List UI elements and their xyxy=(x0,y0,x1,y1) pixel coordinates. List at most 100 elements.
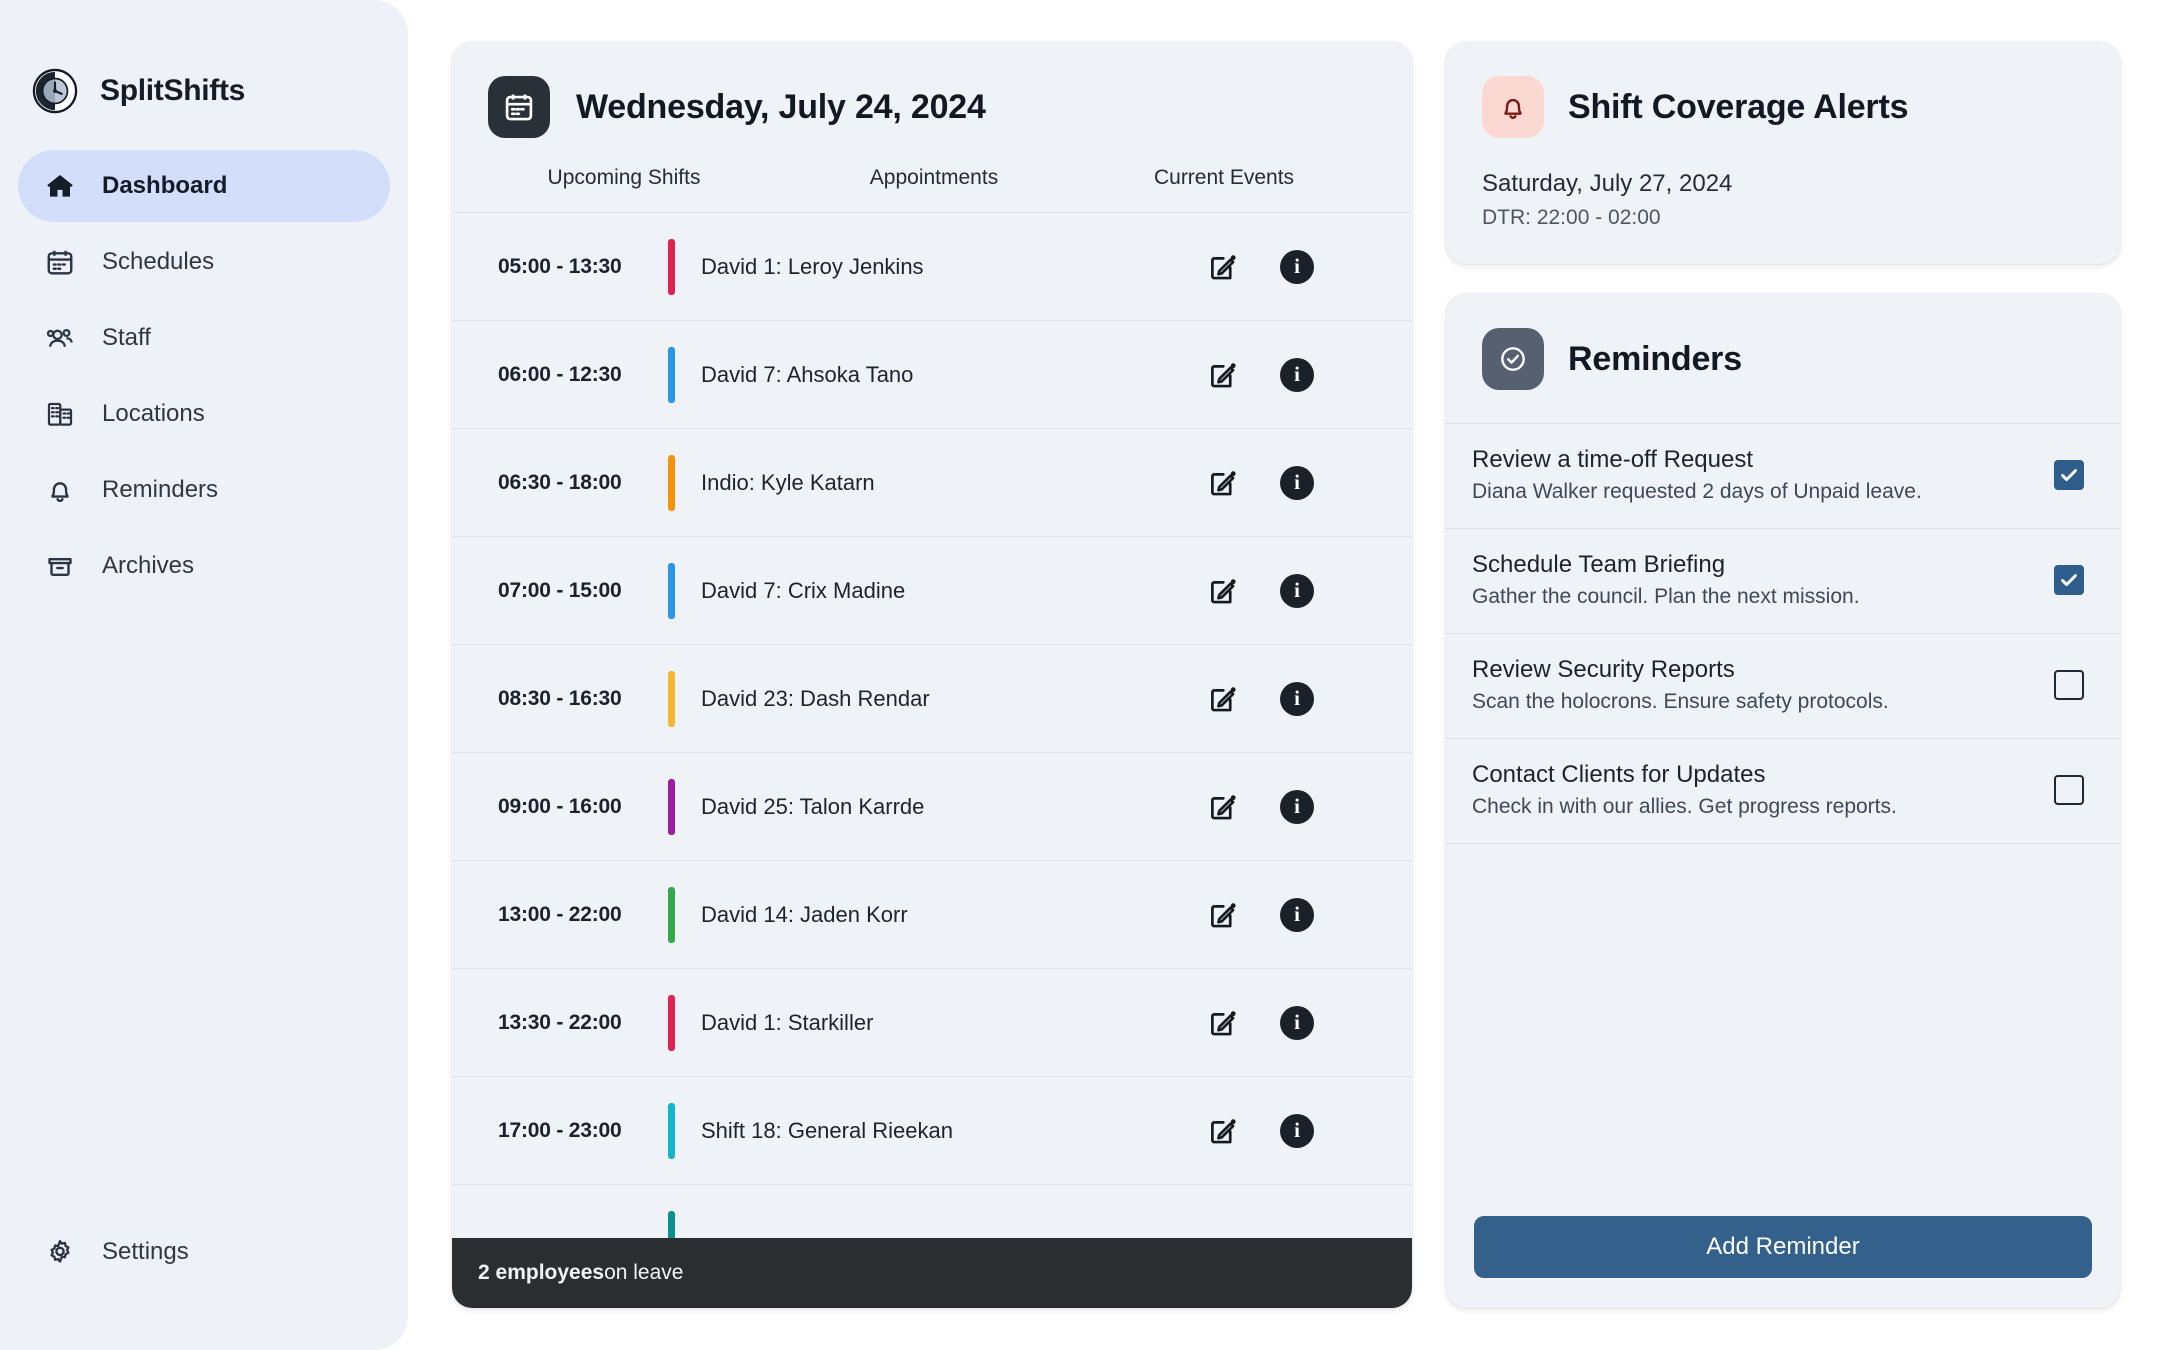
info-icon[interactable]: i xyxy=(1280,681,1314,716)
sidebar-item-settings[interactable]: Settings xyxy=(18,1216,390,1288)
shift-row[interactable]: 13:00 - 22:00 David 14: Jaden Korr i xyxy=(452,861,1412,969)
schedule-header: Wednesday, July 24, 2024 xyxy=(452,42,1412,138)
shift-color-bar xyxy=(668,994,675,1051)
edit-pencil-icon[interactable] xyxy=(1206,574,1240,608)
shift-name-cell: David 14: Jaden Korr xyxy=(668,886,1110,943)
schedule-card: Wednesday, July 24, 2024 Upcoming Shifts… xyxy=(452,42,1412,1308)
reminder-checkbox[interactable] xyxy=(2054,775,2084,805)
shift-name: Indio: Kyle Katarn xyxy=(701,469,875,495)
shift-name-cell: Indio: Kyle Katarn xyxy=(668,454,1110,511)
home-icon xyxy=(44,170,76,202)
edit-pencil-icon[interactable] xyxy=(1206,898,1240,932)
sidebar-item-reminders[interactable]: Reminders xyxy=(18,454,390,526)
info-icon[interactable]: i xyxy=(1280,789,1314,824)
shift-coverage-alerts-card: Shift Coverage Alerts Saturday, July 27,… xyxy=(1446,42,2120,264)
shift-row[interactable]: 17:00 - 23:00 Shift 18: General Rieekan i xyxy=(452,1077,1412,1185)
reminders-card: Reminders Review a time-off Request Diana… xyxy=(1446,294,2120,1308)
shift-actions: i xyxy=(1110,681,1410,716)
sidebar: SplitShifts Dashboard Schedules Staff Lo… xyxy=(0,0,408,1350)
edit-pencil-icon[interactable] xyxy=(1206,790,1240,824)
sidebar-item-label: Staff xyxy=(102,324,151,351)
edit-pencil-icon[interactable] xyxy=(1206,358,1240,392)
sidebar-item-schedules[interactable]: Schedules xyxy=(18,226,390,298)
reminder-description: Check in with our allies. Get progress r… xyxy=(1472,795,1897,818)
brand: SplitShifts xyxy=(0,56,408,126)
sidebar-item-staff[interactable]: Staff xyxy=(18,302,390,374)
sidebar-item-archives[interactable]: Archives xyxy=(18,530,390,602)
info-icon[interactable]: i xyxy=(1280,1113,1314,1148)
check-circle-icon xyxy=(1482,328,1544,390)
shift-row[interactable]: 09:00 - 16:00 David 25: Talon Karrde i xyxy=(452,753,1412,861)
shift-list: 05:00 - 13:30 David 1: Leroy Jenkins i 06:0… xyxy=(452,213,1412,1308)
reminder-checkbox[interactable] xyxy=(2054,460,2084,490)
edit-pencil-icon[interactable] xyxy=(1206,1114,1240,1148)
info-icon[interactable]: i xyxy=(1280,357,1314,392)
sidebar-item-label: Schedules xyxy=(102,248,215,275)
edit-pencil-icon[interactable] xyxy=(1206,1006,1240,1040)
calendar-icon xyxy=(44,246,76,278)
add-reminder-button[interactable]: Add Reminder xyxy=(1474,1216,2092,1278)
shift-row[interactable]: 05:00 - 13:30 David 1: Leroy Jenkins i xyxy=(452,213,1412,321)
shift-time: 06:30 - 18:00 xyxy=(498,470,622,494)
shift-row[interactable]: 06:30 - 18:00 Indio: Kyle Katarn i xyxy=(452,429,1412,537)
shift-name: David 14: Jaden Korr xyxy=(701,901,908,927)
shift-time: 06:00 - 12:30 xyxy=(498,362,622,386)
shift-row[interactable]: 13:30 - 22:00 David 1: Starkiller i xyxy=(452,969,1412,1077)
sidebar-item-locations[interactable]: Locations xyxy=(18,378,390,450)
shift-name: David 1: Starkiller xyxy=(701,1009,874,1035)
shift-actions: i xyxy=(1110,357,1410,392)
reminder-title: Contact Clients for Updates xyxy=(1472,761,1766,788)
column-header-appointments: Appointments xyxy=(869,166,999,189)
reminder-description: Diana Walker requested 2 days of Unpaid … xyxy=(1472,480,1922,503)
info-icon[interactable]: i xyxy=(1280,465,1314,500)
reminder-item[interactable]: Contact Clients for Updates Check in with… xyxy=(1446,738,2120,844)
shift-name: David 1: Leroy Jenkins xyxy=(701,253,924,279)
shift-color-bar xyxy=(668,1102,675,1159)
app-root: SplitShifts Dashboard Schedules Staff Lo… xyxy=(0,0,2160,1350)
shift-name-cell: Shift 18: General Rieekan xyxy=(668,1102,1110,1159)
shift-color-bar xyxy=(668,778,675,835)
shift-color-bar xyxy=(668,346,675,403)
shift-name-cell: David 1: Starkiller xyxy=(668,994,1110,1051)
reminder-checkbox[interactable] xyxy=(2054,565,2084,595)
toast-text: on leave xyxy=(604,1261,684,1284)
clock-split-logo-icon xyxy=(32,68,78,114)
brand-name: SplitShifts xyxy=(100,74,246,107)
edit-pencil-icon[interactable] xyxy=(1206,250,1240,284)
reminder-checkbox[interactable] xyxy=(2054,670,2084,700)
shift-row[interactable]: 07:00 - 15:00 David 7: Crix Madine i xyxy=(452,537,1412,645)
calendar-icon xyxy=(488,76,550,138)
shift-actions: i xyxy=(1110,465,1410,500)
info-icon[interactable]: i xyxy=(1280,573,1314,608)
shift-name: David 7: Ahsoka Tano xyxy=(701,361,914,387)
reminder-text: Schedule Team Briefing Gather the council… xyxy=(1472,551,1860,609)
sidebar-item-dashboard[interactable]: Dashboard xyxy=(18,150,390,222)
shift-color-bar xyxy=(668,886,675,943)
right-column: Shift Coverage Alerts Saturday, July 27,… xyxy=(1446,42,2120,1308)
info-icon[interactable]: i xyxy=(1280,897,1314,932)
shift-color-bar xyxy=(668,454,675,511)
edit-pencil-icon[interactable] xyxy=(1206,682,1240,716)
shift-name: David 7: Crix Madine xyxy=(701,577,906,603)
shift-time: 08:30 - 16:30 xyxy=(498,686,622,710)
reminders-header: Reminders xyxy=(1446,328,2120,390)
reminder-text: Contact Clients for Updates Check in with… xyxy=(1472,761,1897,819)
reminder-item[interactable]: Review a time-off Request Diana Walker re… xyxy=(1446,423,2120,529)
alerts-title: Shift Coverage Alerts xyxy=(1568,87,1909,126)
shift-row[interactable]: 06:00 - 12:30 David 7: Ahsoka Tano i xyxy=(452,321,1412,429)
shift-name-cell: David 7: Crix Madine xyxy=(668,562,1110,619)
main-content: Wednesday, July 24, 2024 Upcoming Shifts… xyxy=(408,0,2160,1350)
edit-pencil-icon[interactable] xyxy=(1206,466,1240,500)
shift-name-cell: David 23: Dash Rendar xyxy=(668,670,1110,727)
info-icon[interactable]: i xyxy=(1280,1005,1314,1040)
alert-dtr: DTR: 22:00 - 02:00 xyxy=(1482,206,1661,229)
page-title: Wednesday, July 24, 2024 xyxy=(576,87,986,126)
shift-name: David 25: Talon Karrde xyxy=(701,793,925,819)
info-icon[interactable]: i xyxy=(1280,249,1314,284)
reminder-title: Review Security Reports xyxy=(1472,656,1735,683)
shift-color-bar xyxy=(668,562,675,619)
shift-row[interactable]: 08:30 - 16:30 David 23: Dash Rendar i xyxy=(452,645,1412,753)
reminder-item[interactable]: Schedule Team Briefing Gather the council… xyxy=(1446,528,2120,634)
sidebar-item-label: Locations xyxy=(102,400,205,427)
reminder-item[interactable]: Review Security Reports Scan the holocron… xyxy=(1446,633,2120,739)
